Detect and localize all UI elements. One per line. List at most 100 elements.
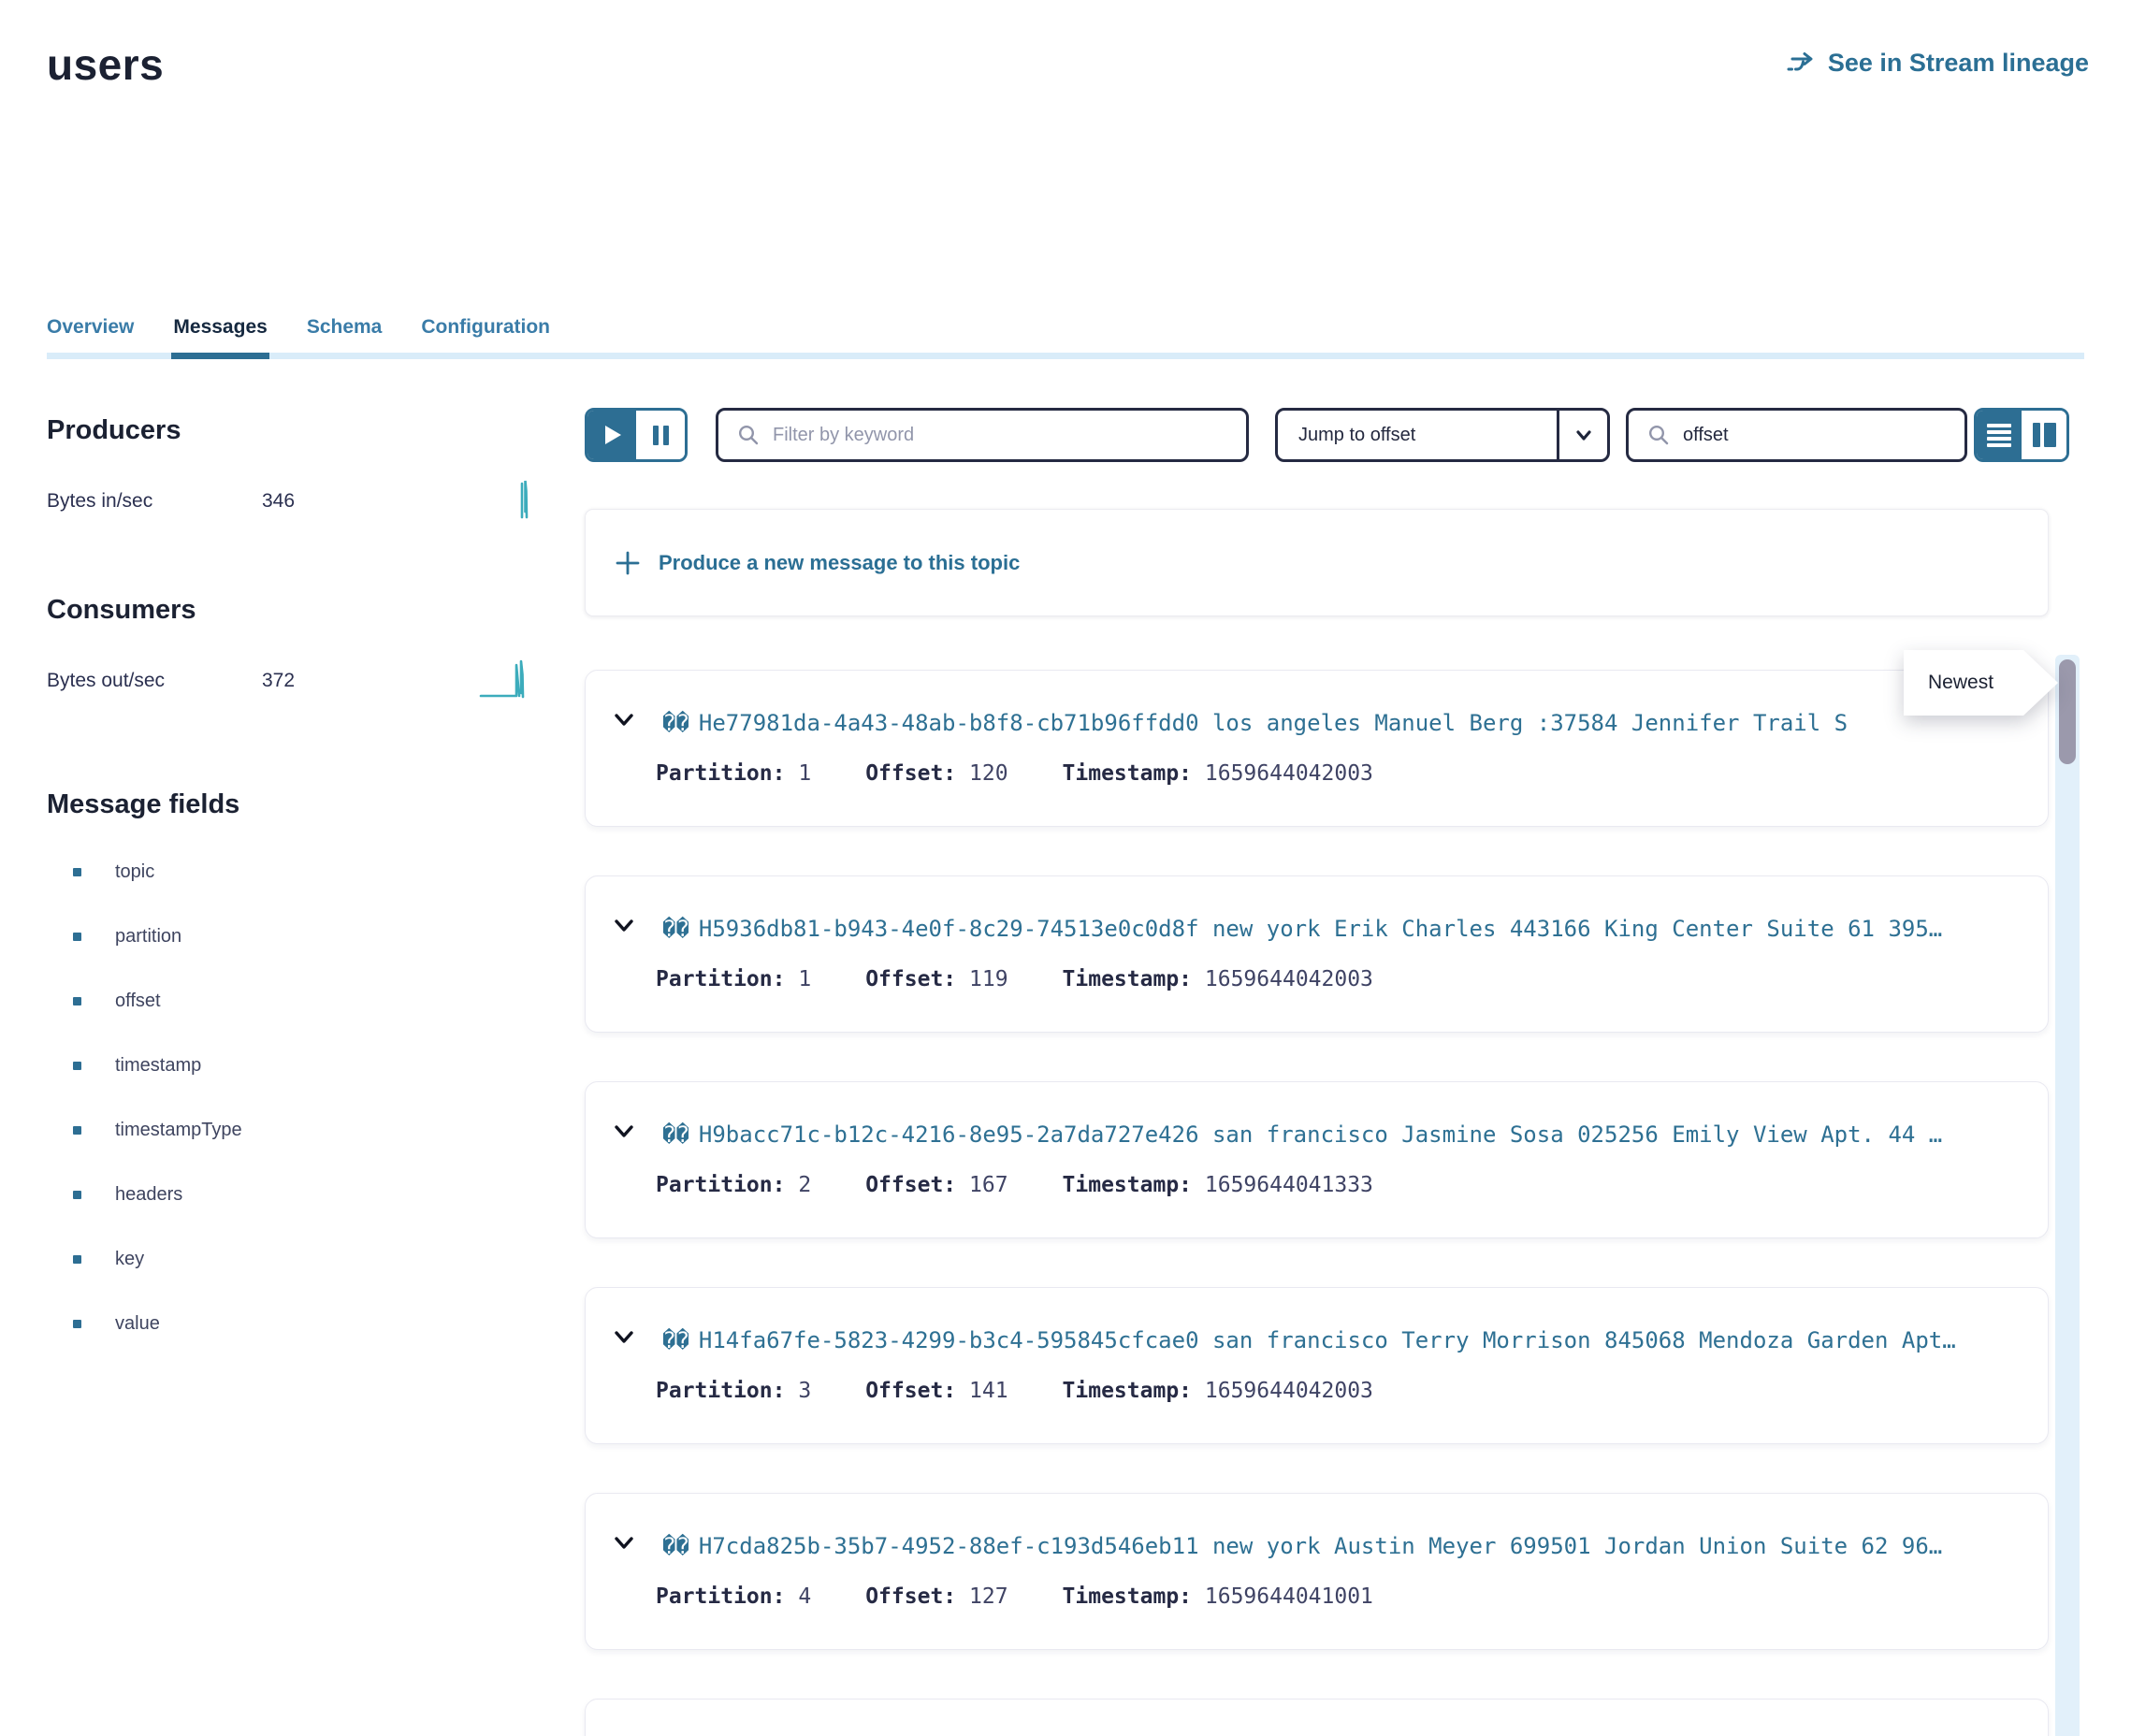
stream-lineage-icon bbox=[1787, 51, 1817, 77]
timestamp-value: 1659644041333 bbox=[1205, 1173, 1373, 1197]
field-bullet-icon bbox=[73, 933, 81, 941]
bytes-in-metric: Bytes in/sec 346 bbox=[47, 476, 533, 526]
page-header: users See in Stream lineage bbox=[0, 0, 2131, 204]
timestamp-value: 1659644042003 bbox=[1205, 1379, 1373, 1403]
field-bullet-icon bbox=[73, 868, 81, 876]
bytes-in-sparkline bbox=[485, 476, 533, 526]
live-consume-toggle bbox=[585, 408, 688, 462]
newest-tooltip-label: Newest bbox=[1904, 650, 2058, 716]
produce-message-label: Produce a new message to this topic bbox=[659, 551, 1020, 575]
message-meta: Partition: 4 Offset: 127 Timestamp: 1659… bbox=[656, 1584, 2025, 1609]
message-fields-heading: Message fields bbox=[47, 789, 585, 820]
chevron-down-icon bbox=[1557, 411, 1607, 459]
message-preview-text: H14fa67fe-5823-4299-b3c4-595845cfcae0 sa… bbox=[699, 1327, 2025, 1353]
see-in-stream-lineage-label: See in Stream lineage bbox=[1828, 49, 2089, 78]
timestamp-value: 1659644042003 bbox=[1205, 967, 1373, 991]
filter-by-keyword-input[interactable] bbox=[773, 425, 1227, 446]
message-preview-text: H7cda825b-35b7-4952-88ef-c193d546eb11 ne… bbox=[699, 1533, 2025, 1559]
producers-heading: Producers bbox=[47, 415, 585, 446]
play-icon bbox=[605, 426, 621, 444]
offset-value: 141 bbox=[969, 1379, 1008, 1403]
offset-search-field bbox=[1626, 408, 1967, 462]
partition-value: 1 bbox=[798, 761, 811, 786]
plus-icon bbox=[614, 549, 642, 577]
expand-chevron-icon[interactable] bbox=[612, 1325, 636, 1354]
message-card[interactable]: �� He77981da-4a43-48ab-b8f8-cb71b96ffdd0… bbox=[585, 670, 2049, 827]
offset-search-input[interactable] bbox=[1683, 425, 1946, 446]
bytes-out-label: Bytes out/sec bbox=[47, 670, 262, 692]
message-meta: Partition: 1 Offset: 120 Timestamp: 1659… bbox=[656, 761, 2025, 786]
partition-value: 4 bbox=[798, 1584, 811, 1609]
binary-key-icon: �� bbox=[662, 1121, 689, 1148]
view-mode-toggle bbox=[1974, 408, 2069, 462]
play-button[interactable] bbox=[587, 411, 636, 459]
offset-value: 127 bbox=[969, 1584, 1008, 1609]
binary-key-icon: �� bbox=[662, 710, 689, 736]
topic-tabs: Overview Messages Schema Configuration bbox=[47, 204, 2084, 359]
timestamp-value: 1659644041001 bbox=[1205, 1584, 1373, 1609]
expand-chevron-icon[interactable] bbox=[612, 1120, 636, 1149]
bytes-out-value: 372 bbox=[262, 670, 295, 692]
field-item-headers[interactable]: headers bbox=[47, 1184, 585, 1206]
message-card[interactable]: �� Hba30eed7-1edc-452b-8b1a-738d3b5d8a9a… bbox=[585, 1699, 2049, 1736]
messages-toolbar: Jump to offset bbox=[585, 408, 2049, 462]
search-icon bbox=[1647, 424, 1670, 446]
field-item-timestampType[interactable]: timestampType bbox=[47, 1120, 585, 1141]
binary-key-icon: �� bbox=[662, 1327, 689, 1353]
scrollbar-thumb[interactable] bbox=[2059, 659, 2076, 764]
pause-icon bbox=[653, 426, 669, 445]
pause-button[interactable] bbox=[636, 411, 685, 459]
bytes-out-sparkline bbox=[479, 656, 533, 705]
newest-tooltip: Newest bbox=[1904, 650, 2058, 716]
message-card[interactable]: �� H5936db81-b943-4e0f-8c29-74513e0c0d8f… bbox=[585, 875, 2049, 1033]
offset-value: 119 bbox=[969, 967, 1008, 991]
message-preview-text: H5936db81-b943-4e0f-8c29-74513e0c0d8f ne… bbox=[699, 916, 2025, 942]
messages-panel: Jump to offset bbox=[585, 408, 2131, 1736]
partition-value: 2 bbox=[798, 1173, 811, 1197]
field-item-value[interactable]: value bbox=[47, 1313, 585, 1335]
scrollbar-track[interactable] bbox=[2055, 655, 2080, 1736]
bytes-in-value: 346 bbox=[262, 490, 295, 513]
message-card[interactable]: �� H14fa67fe-5823-4299-b3c4-595845cfcae0… bbox=[585, 1287, 2049, 1444]
jump-to-offset-value: Jump to offset bbox=[1278, 411, 1557, 459]
tab-underline-track bbox=[47, 353, 2084, 359]
produce-message-button[interactable]: Produce a new message to this topic bbox=[585, 509, 2049, 616]
message-meta: Partition: 2 Offset: 167 Timestamp: 1659… bbox=[656, 1173, 2025, 1197]
tab-messages[interactable]: Messages bbox=[173, 316, 267, 359]
message-card[interactable]: �� H7cda825b-35b7-4952-88ef-c193d546eb11… bbox=[585, 1493, 2049, 1650]
topic-page: users See in Stream lineage Overview Mes… bbox=[0, 0, 2131, 1736]
topic-sidebar: Producers Bytes in/sec 346 Consumers Byt… bbox=[47, 408, 585, 1736]
field-item-offset[interactable]: offset bbox=[47, 991, 585, 1012]
expand-chevron-icon[interactable] bbox=[612, 914, 636, 943]
offset-value: 167 bbox=[969, 1173, 1008, 1197]
binary-key-icon: �� bbox=[662, 916, 689, 942]
field-item-key[interactable]: key bbox=[47, 1249, 585, 1270]
partition-value: 1 bbox=[798, 967, 811, 991]
see-in-stream-lineage-link[interactable]: See in Stream lineage bbox=[1787, 49, 2089, 78]
field-bullet-icon bbox=[73, 1320, 81, 1328]
message-preview-text: H9bacc71c-b12c-4216-8e95-2a7da727e426 sa… bbox=[699, 1121, 2025, 1148]
field-bullet-icon bbox=[73, 1126, 81, 1135]
field-bullet-icon bbox=[73, 1191, 81, 1199]
split-view-button[interactable] bbox=[2022, 411, 2066, 459]
jump-to-offset-select[interactable]: Jump to offset bbox=[1275, 408, 1610, 462]
bytes-in-label: Bytes in/sec bbox=[47, 490, 262, 513]
split-view-icon bbox=[2033, 423, 2056, 447]
field-item-partition[interactable]: partition bbox=[47, 926, 585, 948]
expand-chevron-icon[interactable] bbox=[612, 1531, 636, 1560]
message-meta: Partition: 1 Offset: 119 Timestamp: 1659… bbox=[656, 967, 2025, 991]
field-bullet-icon bbox=[73, 1062, 81, 1070]
offset-value: 120 bbox=[969, 761, 1008, 786]
message-preview-text: He77981da-4a43-48ab-b8f8-cb71b96ffdd0 lo… bbox=[699, 710, 2025, 736]
list-view-icon bbox=[1987, 424, 2011, 447]
message-list: �� He77981da-4a43-48ab-b8f8-cb71b96ffdd0… bbox=[585, 670, 2049, 1736]
expand-chevron-icon[interactable] bbox=[612, 708, 636, 737]
field-item-topic[interactable]: topic bbox=[47, 861, 585, 883]
page-title: users bbox=[47, 39, 2089, 90]
field-item-timestamp[interactable]: timestamp bbox=[47, 1055, 585, 1077]
field-bullet-icon bbox=[73, 1255, 81, 1264]
bytes-out-metric: Bytes out/sec 372 bbox=[47, 656, 533, 705]
message-card[interactable]: �� H9bacc71c-b12c-4216-8e95-2a7da727e426… bbox=[585, 1081, 2049, 1238]
list-view-button[interactable] bbox=[1977, 411, 2022, 459]
binary-key-icon: �� bbox=[662, 1533, 689, 1559]
